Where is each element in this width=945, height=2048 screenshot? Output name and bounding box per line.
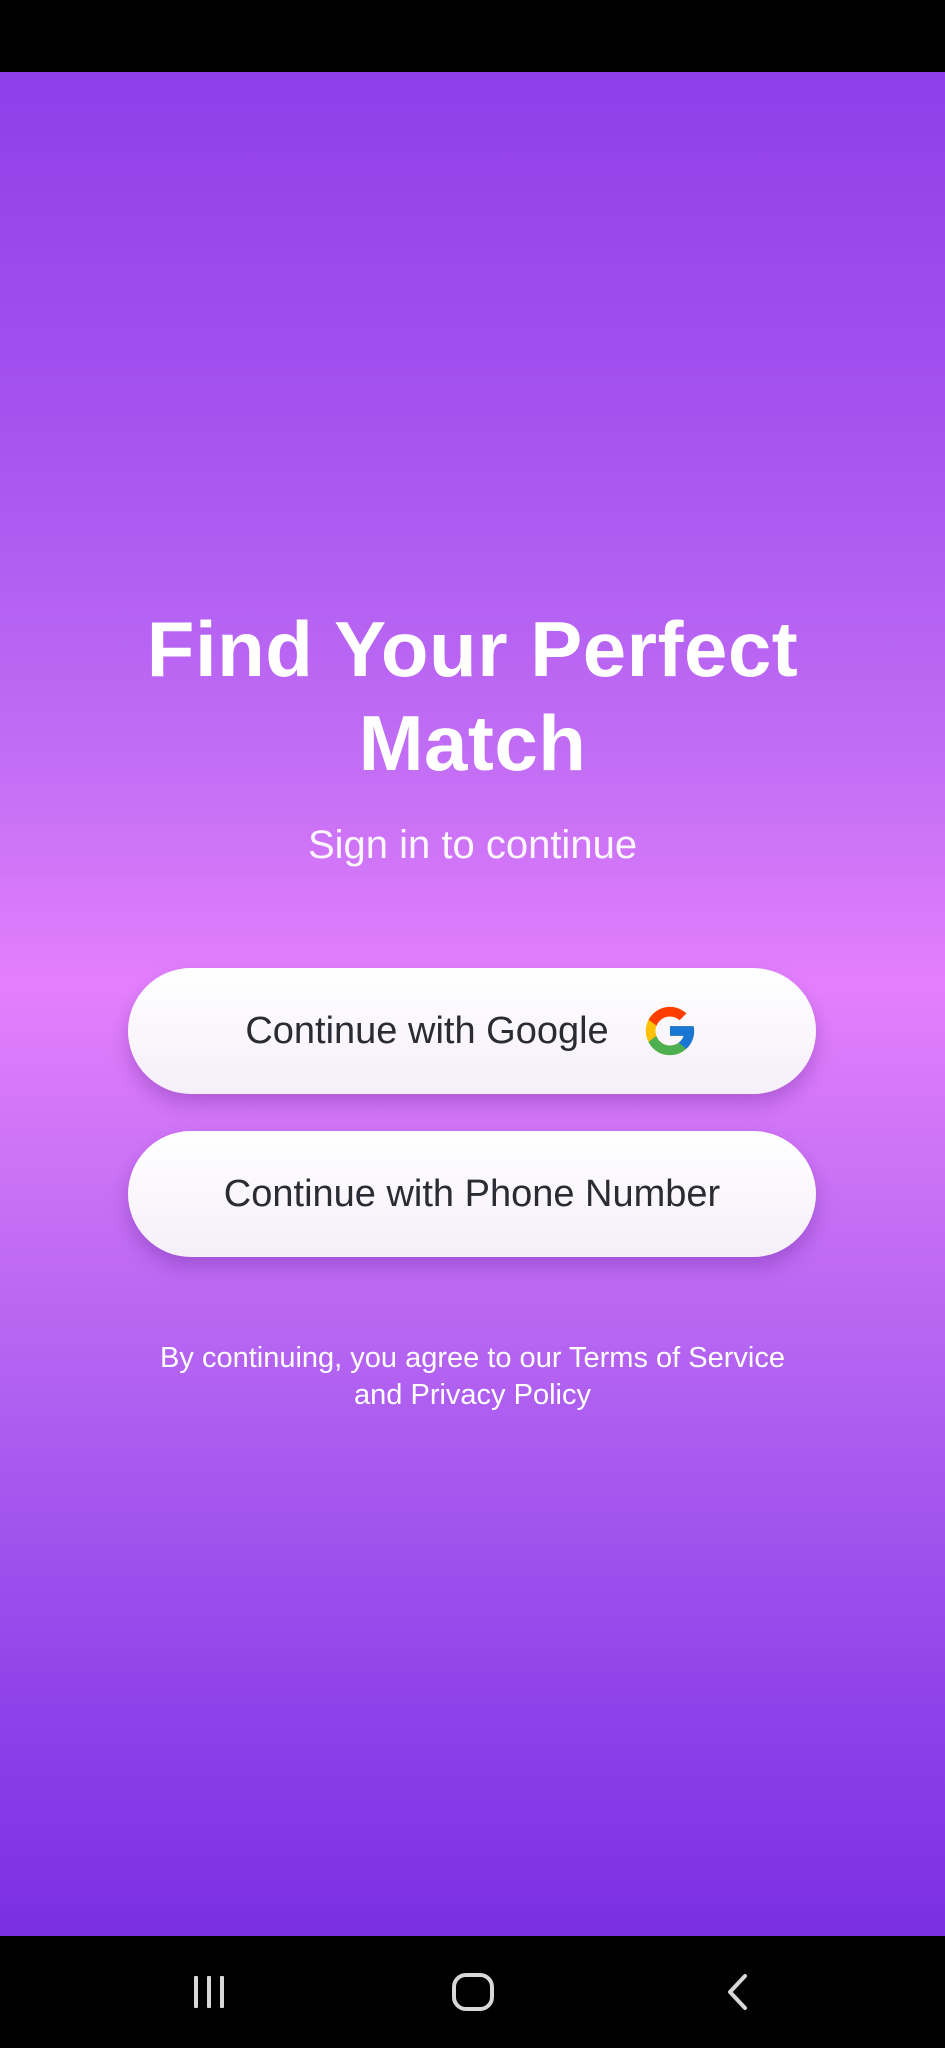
back-icon[interactable] — [708, 1962, 768, 2022]
continue-with-phone-button[interactable]: Continue with Phone Number — [128, 1131, 816, 1257]
legal-notice: By continuing, you agree to our Terms of… — [80, 1340, 865, 1414]
status-bar — [0, 0, 945, 72]
continue-with-google-button[interactable]: Continue with Google — [128, 968, 816, 1094]
page-subtitle: Sign in to continue — [307, 823, 638, 867]
phone-button-label: Continue with Phone Number — [223, 1173, 721, 1215]
home-icon[interactable] — [443, 1962, 503, 2022]
google-button-label: Continue with Google — [245, 1010, 609, 1052]
google-logo-icon — [641, 1002, 699, 1060]
legal-line-1: By continuing, you agree to our Terms of… — [160, 1342, 785, 1374]
screen: Find Your Perfect Match Sign in to conti… — [0, 0, 945, 2048]
login-screen: Find Your Perfect Match Sign in to conti… — [0, 72, 945, 1936]
page-title: Find Your Perfect Match — [146, 605, 799, 787]
legal-line-2: and Privacy Policy — [354, 1379, 591, 1411]
system-navigation-bar — [0, 1936, 945, 2048]
recent-apps-icon[interactable] — [179, 1962, 239, 2022]
